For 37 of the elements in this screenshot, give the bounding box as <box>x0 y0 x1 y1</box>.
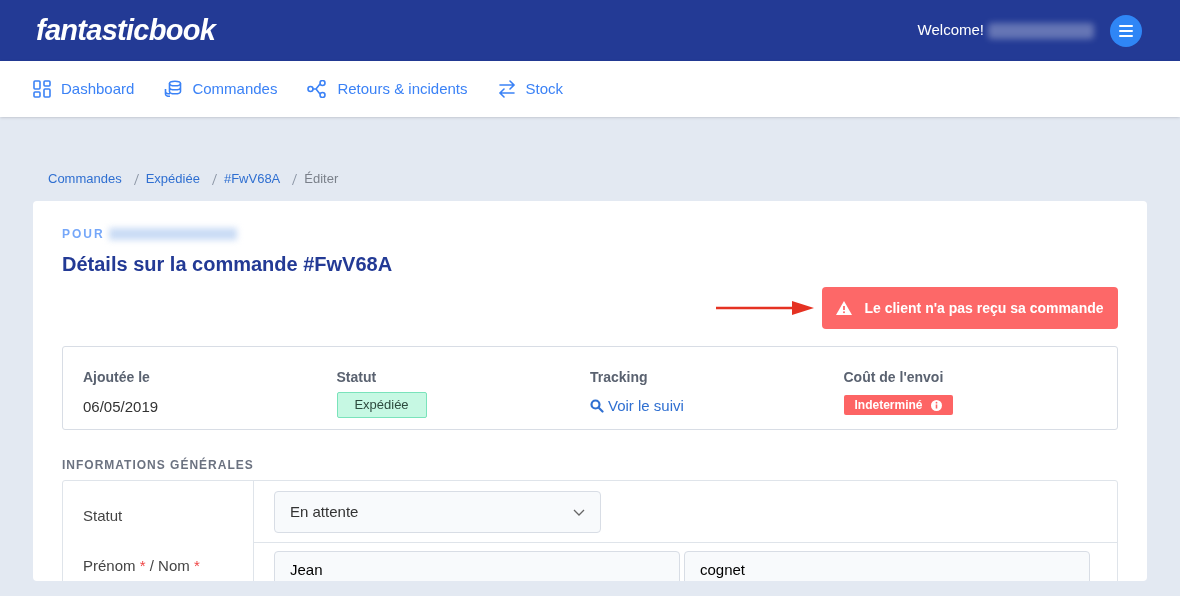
field-label: Prénom * / Nom * <box>63 543 254 581</box>
chevron-down-icon <box>573 508 585 516</box>
summary-label: Coût de l'envoi <box>843 368 945 387</box>
breadcrumb-current: Éditer <box>304 170 339 189</box>
tracking-link[interactable]: Voir le suivi <box>590 392 844 418</box>
logo[interactable]: fantasticbook <box>36 8 216 53</box>
info-icon <box>930 399 942 411</box>
breadcrumb-link[interactable]: Expédiée <box>145 169 200 189</box>
cost-badge: Indeterminé <box>843 395 953 415</box>
section-title: INFORMATIONS GÉNÉRALES <box>62 456 255 474</box>
status-badge: Expédiée <box>336 392 427 418</box>
summary-label: Tracking <box>590 368 649 387</box>
nav-link[interactable]: Dashboard <box>33 77 135 101</box>
menu-icon <box>1119 24 1133 37</box>
not-received-button[interactable]: Le client n'a pas reçu sa commande <box>822 287 1118 329</box>
nav-link[interactable]: Retours & incidents <box>307 77 468 101</box>
field-label: Statut <box>63 481 254 543</box>
page-title: Détails sur la commande #FwV68A <box>62 252 394 277</box>
welcome-text: Welcome! <box>917 20 984 41</box>
summary-label: Ajoutée le <box>83 368 151 387</box>
menu-button[interactable] <box>1110 14 1142 47</box>
nav-link[interactable]: Commandes <box>164 77 278 101</box>
dashboard-grid-icon <box>33 80 51 98</box>
date-value: 06/05/2019 <box>83 397 160 417</box>
share-nodes-icon <box>307 80 328 98</box>
customer-label: POUR <box>62 226 105 243</box>
swap-arrows-icon <box>497 80 516 98</box>
first-name-field[interactable]: Jean <box>274 551 680 581</box>
summary-label: Statut <box>336 368 378 387</box>
warning-icon <box>836 301 853 315</box>
breadcrumb-link[interactable]: #FwV68A <box>223 169 281 189</box>
status-dropdown[interactable]: En attente <box>274 491 601 533</box>
search-icon <box>590 399 604 414</box>
last-name-field[interactable]: cognet <box>684 551 1090 581</box>
breadcrumb-link[interactable]: Commandes <box>48 169 122 189</box>
nav-link[interactable]: Stock <box>497 77 564 101</box>
coins-icon <box>164 80 183 98</box>
